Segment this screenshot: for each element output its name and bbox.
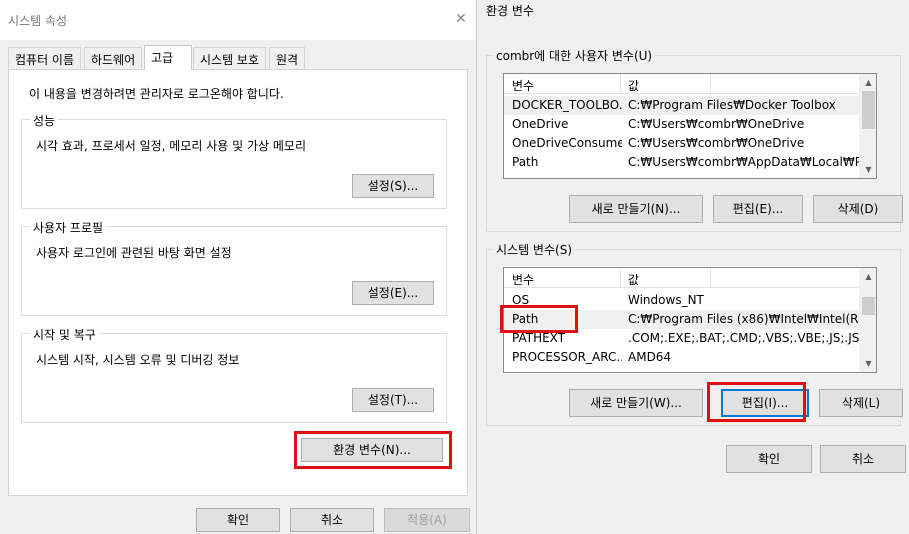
var-value: Windows_NT (628, 293, 704, 307)
highlight-edit-button (707, 382, 806, 422)
var-value: C:₩Program Files (x86)₩Intel₩Intel(R) Ma… (628, 312, 874, 326)
var-value: AMD64 (628, 350, 672, 364)
column-divider[interactable] (710, 74, 711, 94)
startup-recovery-title: 시작 및 복구 (30, 326, 99, 343)
env-cancel-button[interactable]: 취소 (820, 445, 906, 473)
scroll-up-icon[interactable]: ▲ (860, 74, 876, 91)
user-profiles-desc: 사용자 로그인에 관련된 바탕 화면 설정 (36, 246, 232, 260)
scroll-thumb[interactable] (862, 297, 875, 315)
apply-button[interactable]: 적용(A) (384, 508, 470, 532)
tab-system-protection[interactable]: 시스템 보호 (193, 47, 267, 69)
startup-recovery-group: 시작 및 복구 시스템 시작, 시스템 오류 및 디버깅 정보 설정(T)... (21, 326, 447, 423)
startup-recovery-settings-button[interactable]: 설정(T)... (352, 388, 434, 412)
system-variables-title: 시스템 변수(S) (493, 241, 575, 258)
user-delete-button[interactable]: 삭제(D) (813, 195, 903, 223)
performance-desc: 시각 효과, 프로세서 일정, 메모리 사용 및 가상 메모리 (36, 139, 306, 153)
var-name: OneDrive (512, 117, 569, 131)
scrollbar[interactable]: ▲ ▼ (859, 268, 876, 372)
var-name: DOCKER_TOOLBO... (512, 98, 622, 112)
var-name: PATHEXT (512, 331, 566, 345)
system-properties-window: 시스템 속성 ✕ 컴퓨터 이름 하드웨어 고급 시스템 보호 원격 이 내용을 … (0, 0, 477, 534)
highlight-environment-variables (294, 431, 452, 469)
startup-recovery-desc: 시스템 시작, 시스템 오류 및 디버깅 정보 (36, 353, 240, 367)
user-var-row[interactable]: OneDrive C:₩Users₩combr₩OneDrive (504, 115, 876, 134)
user-profiles-title: 사용자 프로필 (30, 219, 107, 236)
scroll-down-icon[interactable]: ▼ (860, 161, 876, 178)
environment-variables-window: 환경 변수 combr에 대한 사용자 변수(U) 변수 값 DOCKER_TO… (478, 0, 909, 534)
close-icon[interactable]: ✕ (450, 8, 472, 30)
scroll-thumb[interactable] (862, 91, 875, 129)
column-value[interactable]: 값 (628, 271, 639, 288)
system-var-row[interactable]: PROCESSOR_ARC... AMD64 (504, 348, 876, 367)
scroll-down-icon[interactable]: ▼ (860, 355, 876, 372)
column-divider[interactable] (710, 268, 711, 288)
list-header: 변수 값 (504, 74, 876, 94)
var-value: .COM;.EXE;.BAT;.CMD;.VBS;.VBE;.JS;.JSE;.… (628, 331, 874, 345)
user-variables-title: combr에 대한 사용자 변수(U) (493, 47, 656, 64)
var-name: Path (512, 155, 539, 169)
tab-hardware[interactable]: 하드웨어 (84, 47, 143, 69)
var-name: PROCESSOR_ARC... (512, 350, 622, 364)
user-edit-button[interactable]: 편집(E)... (713, 195, 803, 223)
tab-computer-name[interactable]: 컴퓨터 이름 (8, 47, 82, 69)
highlight-path-variable (500, 305, 578, 333)
user-profiles-group: 사용자 프로필 사용자 로그인에 관련된 바탕 화면 설정 설정(E)... (21, 219, 447, 316)
column-variable[interactable]: 변수 (512, 77, 534, 94)
system-new-button[interactable]: 새로 만들기(W)... (569, 389, 703, 417)
user-var-row[interactable]: Path C:₩Users₩combr₩AppData₩Local₩Progra… (504, 153, 876, 172)
system-variables-panel: 시스템 변수(S) 변수 값 OS Windows_NT Path C:₩Pro… (486, 241, 903, 426)
var-value: C:₩Program Files₩Docker Toolbox (628, 98, 836, 112)
user-new-button[interactable]: 새로 만들기(N)... (569, 195, 703, 223)
title-bar: 시스템 속성 ✕ (0, 0, 476, 40)
ok-button[interactable]: 확인 (196, 508, 280, 532)
var-value: C:₩Users₩combr₩OneDrive (628, 117, 805, 131)
var-name: OneDriveConsumer (512, 136, 622, 150)
env-window-title: 환경 변수 (486, 4, 534, 18)
cancel-button[interactable]: 취소 (290, 508, 374, 532)
user-var-row[interactable]: DOCKER_TOOLBO... C:₩Program Files₩Docker… (504, 96, 876, 115)
user-variables-panel: combr에 대한 사용자 변수(U) 변수 값 DOCKER_TOOLBO..… (486, 47, 903, 232)
env-ok-button[interactable]: 확인 (726, 445, 812, 473)
performance-settings-button[interactable]: 설정(S)... (352, 174, 434, 198)
column-variable[interactable]: 변수 (512, 271, 534, 288)
column-divider[interactable] (620, 74, 621, 94)
performance-title: 성능 (30, 112, 59, 129)
var-value: C:₩Users₩combr₩AppData₩Local₩Progra... (628, 155, 868, 169)
user-variables-list[interactable]: 변수 값 DOCKER_TOOLBO... C:₩Program Files₩D… (503, 73, 877, 179)
list-header: 변수 값 (504, 268, 876, 288)
var-value: C:₩Users₩combr₩OneDrive (628, 136, 805, 150)
performance-group: 성능 시각 효과, 프로세서 일정, 메모리 사용 및 가상 메모리 설정(S)… (21, 112, 447, 209)
user-var-row[interactable]: OneDriveConsumer C:₩Users₩combr₩OneDrive (504, 134, 876, 153)
column-divider[interactable] (620, 268, 621, 288)
advanced-tab-panel: 이 내용을 변경하려면 관리자로 로그온해야 합니다. 성능 시각 효과, 프로… (8, 69, 468, 496)
system-delete-button[interactable]: 삭제(L) (819, 389, 903, 417)
user-profiles-settings-button[interactable]: 설정(E)... (352, 281, 434, 305)
scroll-up-icon[interactable]: ▲ (860, 268, 876, 285)
window-title: 시스템 속성 (8, 14, 68, 28)
tab-advanced[interactable]: 고급 (144, 45, 192, 70)
column-value[interactable]: 값 (628, 77, 639, 94)
admin-note: 이 내용을 변경하려면 관리자로 로그온해야 합니다. (29, 87, 284, 101)
tab-remote[interactable]: 원격 (269, 47, 306, 69)
scrollbar[interactable]: ▲ ▼ (859, 74, 876, 178)
